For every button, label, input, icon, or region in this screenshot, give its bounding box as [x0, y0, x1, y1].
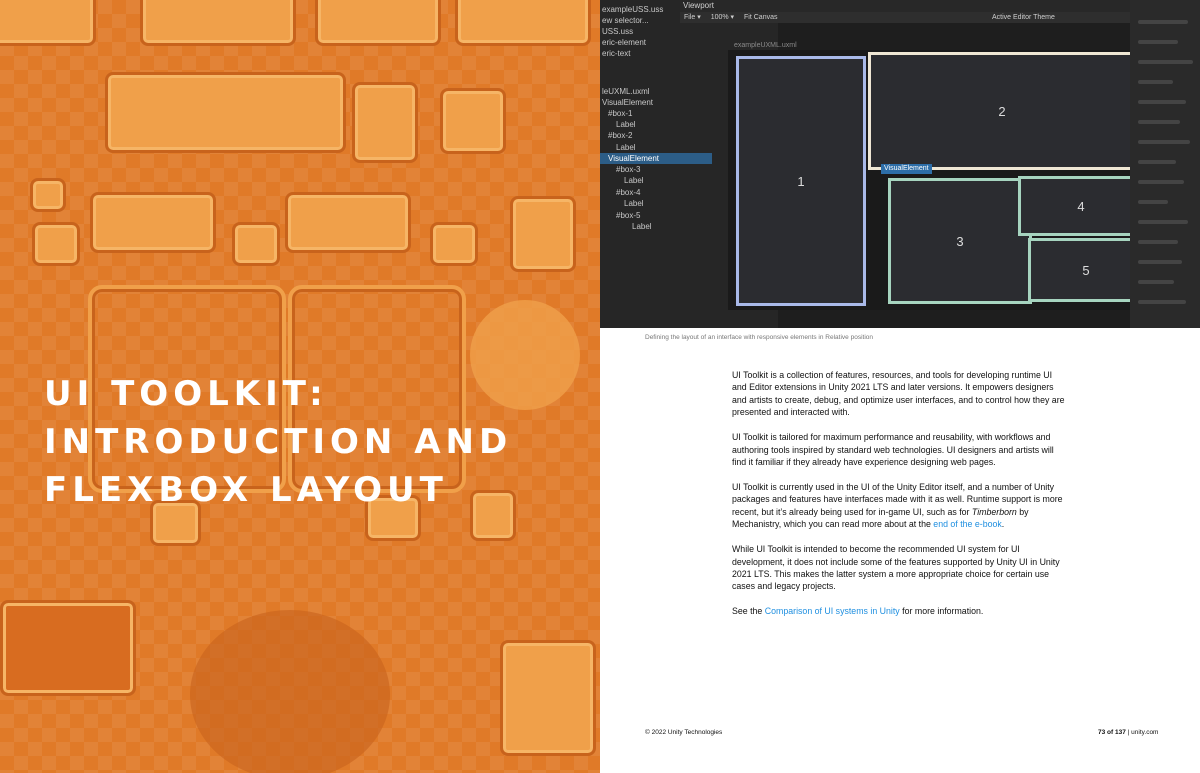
- inspector-row: [1138, 180, 1184, 184]
- text-run: for more information.: [899, 606, 984, 617]
- ui-tile: [0, 0, 96, 46]
- inspector-row: [1138, 300, 1186, 304]
- inspector-row: [1138, 200, 1168, 204]
- site-link[interactable]: unity.com: [1131, 729, 1158, 736]
- hierarchy-row[interactable]: eric-element: [600, 37, 646, 48]
- ui-tile: [315, 0, 441, 46]
- hierarchy-row[interactable]: Label: [600, 142, 636, 153]
- hierarchy-row[interactable]: exampleUSS.uss: [600, 4, 663, 15]
- hierarchy-row[interactable]: Label: [600, 119, 636, 130]
- cover-title-line: UI TOOLKIT:: [44, 374, 328, 414]
- ui-builder-screenshot: exampleUSS.uss ew selector... USS.uss eric-…: [600, 0, 1200, 328]
- viewport-title: Viewport: [683, 1, 714, 10]
- zoom-select[interactable]: 100% ▾: [711, 14, 734, 21]
- inspector-row: [1138, 60, 1193, 64]
- inspector-row: [1138, 220, 1188, 224]
- ui-tile: [455, 0, 591, 46]
- figure-caption: Defining the layout of an interface with…: [645, 334, 873, 341]
- ui-tile: [140, 0, 296, 46]
- paragraph: See the Comparison of UI systems in Unit…: [732, 605, 1068, 617]
- canvas-label: exampleUXML.uxml: [734, 42, 797, 49]
- castle-icon: [352, 82, 418, 163]
- ui-tile: [285, 192, 411, 253]
- inspector-row: [1138, 100, 1186, 104]
- box-2[interactable]: 2: [868, 52, 1136, 170]
- fit-canvas-button[interactable]: Fit Canvas: [744, 14, 777, 21]
- arrow-up-icon: [32, 222, 80, 266]
- viewport-header: Viewport: [680, 0, 1200, 12]
- inspector-row: [1138, 120, 1180, 124]
- file-menu[interactable]: File ▾: [684, 14, 701, 21]
- viewport-toolbar: File ▾ 100% ▾ Fit Canvas Active Editor T…: [680, 12, 1200, 23]
- body-text: UI Toolkit is a collection of features, …: [732, 369, 1068, 630]
- emphasis: Timberborn: [971, 506, 1017, 517]
- cover-art-panel: UI TOOLKIT: INTRODUCTION AND FLEXBOX LAY…: [0, 0, 600, 773]
- inspector-row: [1138, 140, 1190, 144]
- pause-icon: [440, 88, 506, 154]
- paragraph: UI Toolkit is currently used in the UI o…: [732, 481, 1068, 531]
- hierarchy-row[interactable]: eric-text: [600, 48, 630, 59]
- hierarchy-row[interactable]: Label: [600, 198, 644, 209]
- hierarchy-row[interactable]: VisualElement: [600, 97, 653, 108]
- copyright: © 2022 Unity Technologies: [645, 729, 723, 736]
- hierarchy-row[interactable]: leUXML.uxml: [600, 86, 650, 97]
- hierarchy-row[interactable]: Label: [600, 221, 652, 232]
- text-run: See the: [732, 606, 765, 617]
- hierarchy-row[interactable]: #box-4: [600, 187, 640, 198]
- inspector-row: [1138, 20, 1188, 24]
- paragraph: While UI Toolkit is intended to become t…: [732, 544, 1060, 592]
- text-run: .: [1001, 519, 1005, 530]
- inspector-row: [1138, 260, 1182, 264]
- end-of-ebook-link[interactable]: end of the e-book: [933, 519, 1001, 529]
- inspector-row: [1138, 40, 1178, 44]
- cover-title-line: FLEXBOX LAYOUT: [44, 470, 448, 510]
- inspector-panel: [1130, 0, 1200, 328]
- cover-title-line: INTRODUCTION AND: [44, 422, 513, 462]
- inspector-row: [1138, 280, 1174, 284]
- tag-icon: [510, 196, 576, 272]
- paragraph: UI Toolkit is tailored for maximum perfo…: [732, 432, 1054, 468]
- page-number: 73 of 137: [1098, 729, 1126, 736]
- box-3[interactable]: 3: [888, 178, 1032, 304]
- hierarchy-row[interactable]: [600, 59, 602, 70]
- chest-icon: [500, 640, 596, 756]
- hierarchy-row[interactable]: VisualElement: [600, 153, 712, 164]
- pencil-icon: [430, 222, 478, 266]
- inspector-row: [1138, 240, 1178, 244]
- theme-select[interactable]: Active Editor Theme: [992, 12, 1055, 23]
- comparison-link[interactable]: Comparison of UI systems in Unity: [765, 606, 900, 616]
- hierarchy-row[interactable]: #box-1: [600, 108, 632, 119]
- inspector-row: [1138, 80, 1173, 84]
- hierarchy-row[interactable]: #box-2: [600, 130, 632, 141]
- ui-tile: [0, 600, 136, 696]
- hierarchy-row[interactable]: ew selector...: [600, 15, 649, 26]
- inspector-row: [1138, 160, 1176, 164]
- viewport-canvas: 1 2 3 4 5: [728, 50, 1144, 310]
- hierarchy-row[interactable]: Label: [600, 175, 644, 186]
- cover-title: UI TOOLKIT: INTRODUCTION AND FLEXBOX LAY…: [44, 370, 584, 514]
- box-4[interactable]: 4: [1018, 176, 1144, 236]
- paragraph: UI Toolkit is a collection of features, …: [732, 370, 1065, 418]
- arrow-down-icon: [232, 222, 280, 266]
- banner-tile: [105, 72, 346, 153]
- hierarchy-row[interactable]: #box-3: [600, 164, 640, 175]
- hierarchy-row[interactable]: USS.uss: [600, 26, 633, 37]
- page-footer: 73 of 137 | unity.com: [1098, 729, 1158, 736]
- dragon-illustration: [190, 610, 390, 773]
- hierarchy-row[interactable]: #box-5: [600, 210, 640, 221]
- ui-tile: [90, 192, 216, 253]
- small-tile: [30, 178, 66, 212]
- box-1[interactable]: 1: [736, 56, 866, 306]
- box-5[interactable]: 5: [1028, 238, 1144, 302]
- visual-element-tag: VisualElement: [881, 164, 932, 174]
